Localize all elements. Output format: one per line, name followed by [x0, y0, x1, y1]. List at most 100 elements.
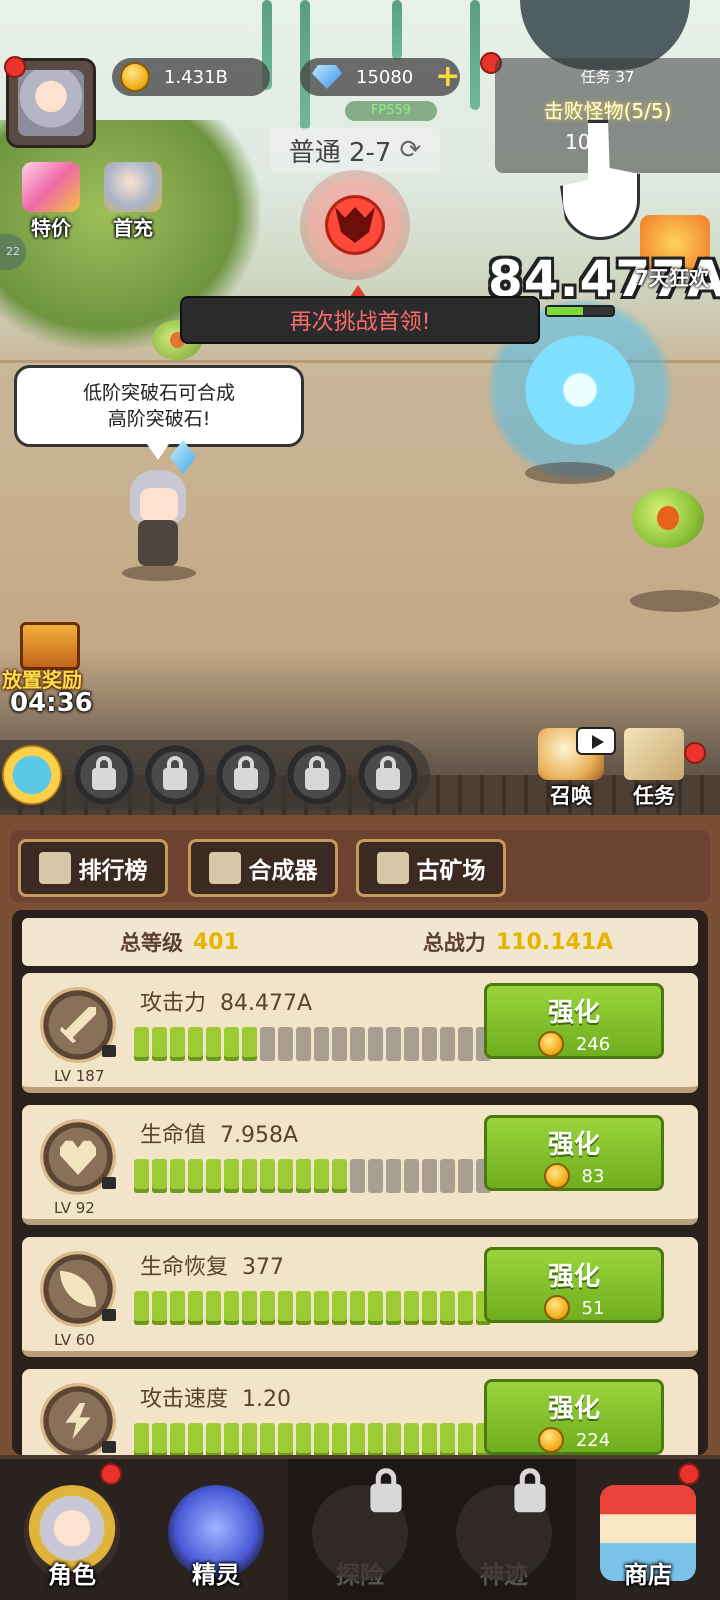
progress-segment	[422, 1027, 437, 1061]
upgrade-label: 强化	[547, 1394, 600, 1424]
idle-reward-chest-icon[interactable]	[20, 622, 80, 670]
skill-slot-locked[interactable]	[145, 745, 205, 805]
upgrade-label: 强化	[547, 998, 600, 1028]
video-ad-icon	[576, 727, 616, 755]
progress-segment	[386, 1159, 401, 1193]
upgrade-speed-button[interactable]: 强化 224	[484, 1379, 664, 1455]
progress-segment	[422, 1423, 437, 1455]
gold-coin-icon	[537, 1031, 564, 1057]
progress-segment	[134, 1423, 149, 1455]
notification-dot	[4, 56, 26, 78]
progress-segment	[242, 1423, 257, 1455]
nav-shop[interactable]: 商店	[576, 1459, 720, 1600]
skill-slot-locked[interactable]	[287, 745, 347, 805]
stat-label: 生命值 7.958A	[140, 1123, 299, 1148]
stat-progress-bar	[134, 1291, 491, 1325]
stat-value: 1.20	[242, 1387, 291, 1412]
tab-crafting[interactable]: 合成器	[188, 839, 338, 897]
stat-value: 7.958A	[220, 1123, 299, 1148]
upgrade-label: 强化	[547, 1262, 600, 1292]
stage-indicator[interactable]: 普通 2-7 ⟳	[270, 128, 440, 172]
stat-label: 攻击速度 1.20	[140, 1387, 291, 1412]
leaf-icon	[60, 1271, 96, 1307]
tab-label: 古矿场	[416, 858, 486, 884]
skill-slot-locked[interactable]	[216, 745, 276, 805]
progress-segment	[242, 1291, 257, 1325]
tab-ancient-mine[interactable]: 古矿场	[356, 839, 506, 897]
seven-day-event-label: 7天狂欢	[635, 266, 709, 290]
skill-slot-locked[interactable]	[74, 745, 134, 805]
add-gems-button[interactable]: +	[435, 62, 460, 92]
progress-segment	[152, 1291, 167, 1325]
progress-segment	[296, 1423, 311, 1455]
progress-segment	[422, 1291, 437, 1325]
lock-icon	[102, 1441, 116, 1453]
tasks-label: 任务	[633, 784, 675, 808]
progress-segment	[404, 1291, 419, 1325]
lock-icon	[234, 756, 258, 790]
tab-ranking[interactable]: 排行榜	[18, 839, 168, 897]
scroll-icon	[624, 728, 684, 780]
boss-hp-bar	[545, 305, 615, 317]
progress-segment	[170, 1291, 185, 1325]
enemy-shadow	[630, 590, 720, 612]
lock-icon	[370, 1468, 402, 1513]
challenge-boss-banner[interactable]: 再次挑战首领!	[180, 296, 540, 344]
nav-adventure[interactable]: 探险	[288, 1459, 432, 1600]
lock-icon	[102, 1177, 116, 1189]
skill-slot-active[interactable]	[2, 745, 62, 805]
stat-upgrade-list[interactable]: 总等级 401 总战力 110.141A LV 187 攻击力 84.477A 强…	[12, 910, 708, 1455]
progress-segment	[188, 1159, 203, 1193]
stat-level: LV 187	[54, 1067, 105, 1085]
tab-label: 合成器	[248, 858, 318, 884]
tasks-button[interactable]: 任务	[624, 728, 684, 810]
progress-segment	[242, 1027, 257, 1061]
nav-spirit[interactable]: 精灵	[144, 1459, 288, 1600]
gem-amount: 15080	[356, 66, 414, 88]
nav-label: 角色	[48, 1561, 96, 1589]
player-hero	[120, 470, 200, 581]
progress-segment	[224, 1423, 239, 1455]
progress-segment	[260, 1159, 275, 1193]
progress-segment	[458, 1027, 473, 1061]
progress-segment	[170, 1159, 185, 1193]
character-panel: 排行榜 合成器 古矿场 总等级 401 总战力 110.141A LV 187 …	[0, 815, 720, 1455]
gold-coin-icon	[537, 1427, 564, 1453]
progress-segment	[224, 1027, 239, 1061]
progress-segment	[368, 1159, 383, 1193]
crafting-icon	[208, 852, 241, 884]
progress-segment	[422, 1159, 437, 1193]
progress-segment	[368, 1027, 383, 1061]
progress-segment	[440, 1027, 455, 1061]
progress-segment	[314, 1027, 329, 1061]
upgrade-health-button[interactable]: 强化 83	[484, 1115, 664, 1191]
skill-slot-locked[interactable]	[358, 745, 418, 805]
speech-bubble: 低阶突破石可合成 高阶突破石!	[14, 365, 304, 447]
progress-segment	[332, 1423, 347, 1455]
nav-hero[interactable]: 角色	[0, 1459, 144, 1600]
total-level-label: 总等级	[120, 931, 183, 955]
first-recharge-button[interactable]: 首充	[104, 162, 162, 241]
progress-segment	[134, 1291, 149, 1325]
progress-segment	[260, 1423, 275, 1455]
upgrade-regen-button[interactable]: 强化 51	[484, 1247, 664, 1323]
progress-segment	[332, 1159, 347, 1193]
notification-dot	[684, 742, 706, 764]
first-recharge-label: 首充	[113, 216, 153, 240]
tab-label: 排行榜	[78, 858, 148, 884]
upgrade-attack-button[interactable]: 强化 246	[484, 983, 664, 1059]
summon-label: 召唤	[550, 784, 592, 808]
nav-miracle[interactable]: 神迹	[432, 1459, 576, 1600]
progress-segment	[404, 1159, 419, 1193]
boss-challenge-button[interactable]	[300, 170, 410, 280]
boss-hp-fill	[547, 307, 584, 315]
progress-segment	[152, 1027, 167, 1061]
progress-segment	[386, 1423, 401, 1455]
special-offer-label: 特价	[31, 216, 71, 240]
progress-segment	[188, 1423, 203, 1455]
lock-icon	[305, 756, 329, 790]
skill-slot-bar	[0, 740, 430, 810]
special-offer-button[interactable]: 特价	[22, 162, 80, 241]
stat-progress-bar	[134, 1159, 491, 1193]
avatar-portrait	[18, 70, 84, 136]
